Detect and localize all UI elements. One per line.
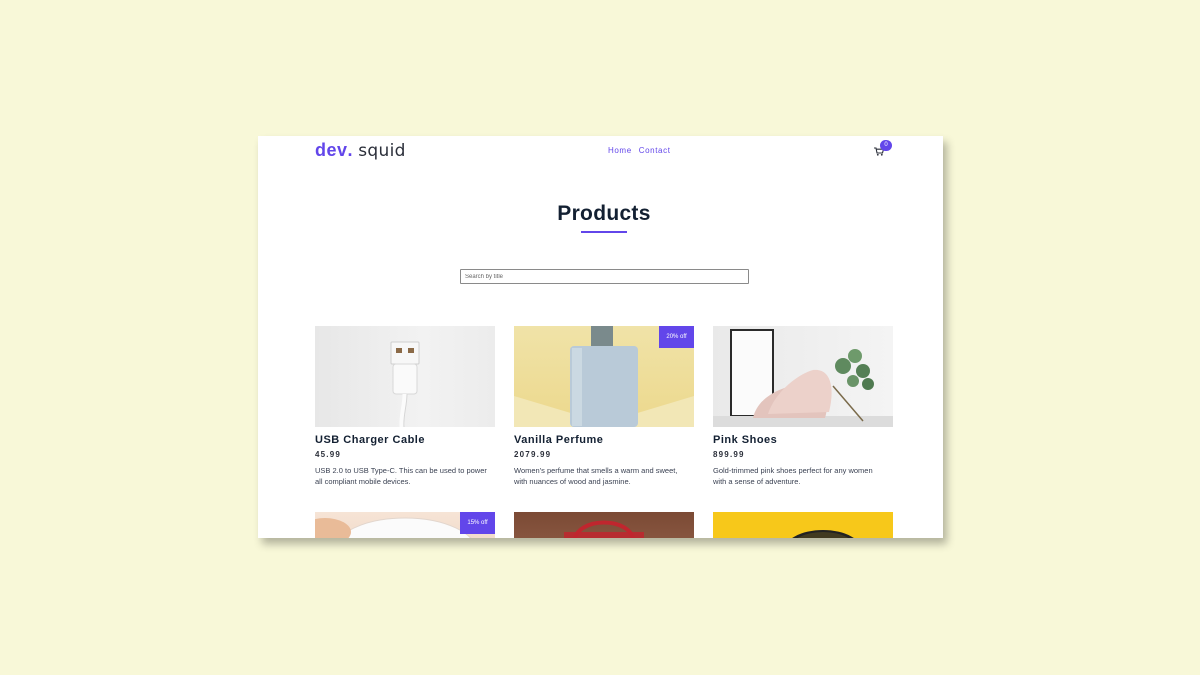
- product-title: Vanilla Perfume: [514, 434, 604, 446]
- product-card-4[interactable]: 15% off: [315, 512, 495, 538]
- usb-cable-photo: [315, 326, 495, 427]
- plate-photo: 15% off: [315, 512, 495, 538]
- product-price: 2079.99: [514, 450, 552, 459]
- product-card-usb-charger-cable[interactable]: USB Charger Cable 45.99 USB 2.0 to USB T…: [315, 326, 495, 487]
- product-title: USB Charger Cable: [315, 434, 425, 446]
- discount-badge: 15% off: [460, 512, 495, 534]
- nav-links: Home Contact: [608, 146, 671, 155]
- product-price: 899.99: [713, 450, 745, 459]
- cart-count-badge: 0: [880, 140, 892, 151]
- logo-brand: dev: [315, 140, 348, 160]
- search-input[interactable]: [460, 269, 749, 284]
- product-card-vanilla-perfume[interactable]: 20% off Vanilla Perfume 2079.99 Women's …: [514, 326, 694, 487]
- product-description: Gold-trimmed pink shoes perfect for any …: [713, 466, 873, 486]
- browser-window: dev. squid Home Contact 0 Products Searc…: [258, 136, 943, 538]
- logo-rest: squid: [352, 141, 406, 161]
- product-description: USB 2.0 to USB Type-C. This can be used …: [315, 466, 487, 486]
- discount-badge: 20% off: [659, 326, 694, 348]
- nav-link-contact[interactable]: Contact: [639, 146, 671, 155]
- product-description: Women's perfume that smells a warm and s…: [514, 466, 678, 486]
- product-price: 45.99: [315, 450, 342, 459]
- page-title: Products: [557, 202, 651, 225]
- logo[interactable]: dev. squid: [315, 140, 406, 161]
- nav-link-home[interactable]: Home: [608, 146, 632, 155]
- product-card-pink-shoes[interactable]: Pink Shoes 899.99 Gold-trimmed pink shoe…: [713, 326, 893, 487]
- pink-shoes-photo: [713, 326, 893, 427]
- yellow-product-photo: [713, 512, 893, 538]
- product-card-6[interactable]: [713, 512, 893, 538]
- navbar: dev. squid Home Contact 0: [258, 136, 943, 166]
- product-grid: USB Charger Cable 45.99 USB 2.0 to USB T…: [315, 326, 893, 538]
- handbag-photo: [514, 512, 694, 538]
- title-underline: [581, 231, 627, 233]
- product-card-5[interactable]: [514, 512, 694, 538]
- cart-button[interactable]: 0: [874, 140, 892, 157]
- perfume-bottle-photo: 20% off: [514, 326, 694, 427]
- product-title: Pink Shoes: [713, 434, 778, 446]
